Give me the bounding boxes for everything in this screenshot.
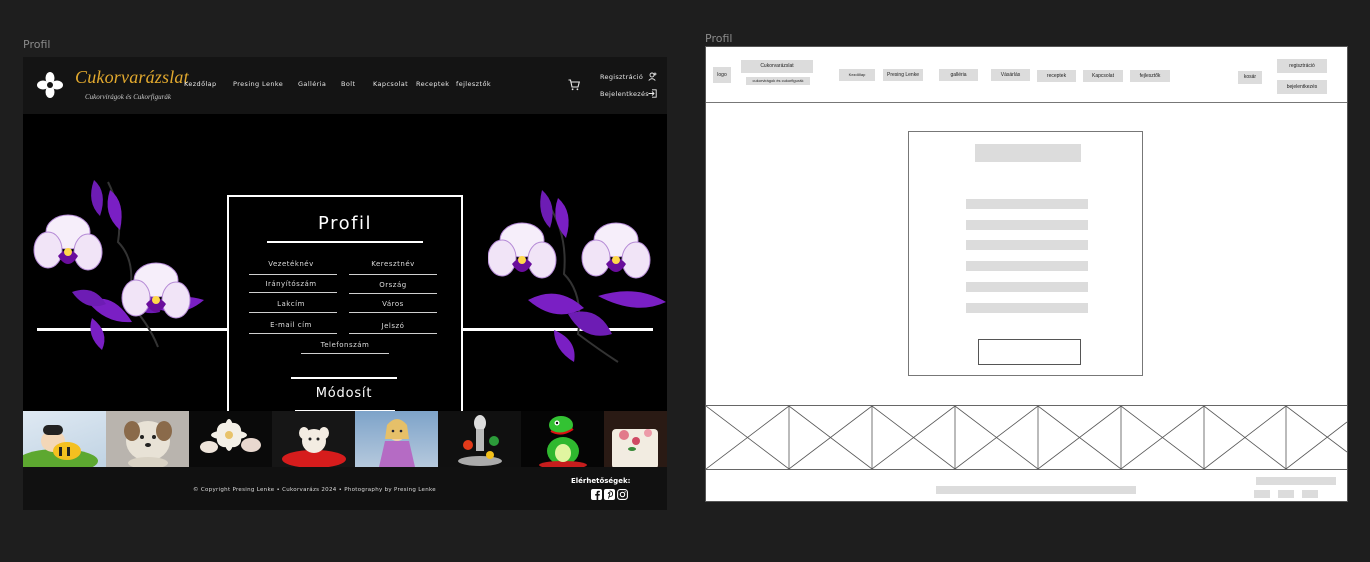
wire-logo: logo	[713, 67, 731, 83]
iranyitoszam-field[interactable]: Irányítószám	[247, 280, 335, 288]
wire-cart[interactable]: kosár	[1238, 71, 1262, 84]
wire-nav-divider	[706, 102, 1347, 103]
wire-footer-contacts-placeholder	[1256, 477, 1336, 485]
register-link[interactable]: Regisztráció	[600, 73, 643, 81]
wire-field-placeholder	[966, 303, 1088, 313]
gallery-photo[interactable]	[23, 411, 106, 467]
wire-field-placeholder	[966, 261, 1088, 271]
keresztnev-field[interactable]: Keresztnév	[349, 260, 437, 268]
wire-footer-social-placeholder	[1278, 490, 1294, 498]
wire-field-placeholder	[966, 240, 1088, 250]
nav-link-receptek[interactable]: Receptek	[416, 80, 449, 88]
wire-nav-fejlesztok[interactable]: fejlesztők	[1130, 70, 1170, 82]
iranyitoszam-underline	[249, 292, 337, 293]
wire-submit-button[interactable]	[978, 339, 1081, 365]
flower-logo-icon	[37, 72, 63, 98]
title-underline	[267, 241, 423, 243]
photo-gallery	[23, 411, 667, 467]
gallery-photo[interactable]	[106, 411, 189, 467]
wire-brand-sub: cukorvirágok és cukorfigurák	[746, 77, 810, 85]
telefonszam-field[interactable]: Telefonszám	[301, 341, 389, 349]
orchid-right-image	[488, 190, 666, 363]
gallery-photo[interactable]	[272, 411, 355, 467]
gallery-photo[interactable]	[438, 411, 521, 467]
wire-nav-receptek[interactable]: receptek	[1037, 70, 1076, 82]
wire-nav-vasarlas[interactable]: Vásárlás	[991, 69, 1030, 81]
pinterest-icon[interactable]	[604, 489, 615, 500]
orszag-field[interactable]: Ország	[349, 281, 437, 289]
nav-link-fejlesztok[interactable]: fejlesztők	[456, 80, 491, 88]
gallery-photo[interactable]	[521, 411, 604, 467]
nav-link-bolt[interactable]: Bolt	[341, 80, 355, 88]
telefonszam-underline	[301, 353, 389, 354]
add-user-icon[interactable]	[648, 72, 657, 81]
wire-gallery-placeholders	[705, 405, 1348, 470]
wire-login[interactable]: bejelentkezés	[1277, 80, 1327, 94]
login-link[interactable]: Bejelentkezés	[600, 90, 649, 98]
wire-field-placeholder	[966, 282, 1088, 292]
contacts-label: Elérhetőségek:	[571, 477, 631, 485]
profile-form-panel: Profil Vezetéknév Keresztnév Irányítószá…	[227, 195, 463, 441]
login-icon[interactable]	[648, 89, 657, 98]
varos-underline	[349, 312, 437, 313]
wire-footer-copyright-placeholder	[936, 486, 1136, 494]
wire-field-placeholder	[966, 220, 1088, 230]
footer: © Copyright Presing Lenke • Cukorvarázs …	[23, 467, 667, 510]
cart-icon[interactable]	[568, 79, 580, 91]
nav-link-galleria[interactable]: Galléria	[298, 80, 326, 88]
jelszo-underline	[349, 333, 437, 334]
email-field[interactable]: E-mail cím	[247, 321, 335, 329]
nav-link-presing-lenke[interactable]: Presing Lenke	[233, 80, 283, 88]
hero-section: Profil Vezetéknév Keresztnév Irányítószá…	[23, 114, 667, 441]
nav-link-kezdolap[interactable]: Kezdőlap	[184, 80, 217, 88]
gallery-photo[interactable]	[189, 411, 272, 467]
brand-title[interactable]: Cukorvarázslat	[75, 67, 189, 88]
vezeteknev-underline	[249, 274, 337, 275]
wire-nav-presing-lenke[interactable]: Presing Lenke	[883, 69, 923, 81]
copyright-text: © Copyright Presing Lenke • Cukorvarázs …	[193, 487, 436, 493]
design-frame: Cukorvarázslat Cukorvirágok és Cukorfigu…	[23, 57, 667, 510]
profile-form-title: Profil	[318, 213, 372, 234]
nav-link-kapcsolat[interactable]: Kapcsolat	[373, 80, 408, 88]
top-navigation: Cukorvarázslat Cukorvirágok és Cukorfigu…	[23, 57, 667, 114]
brand-subtitle: Cukorvirágok és Cukorfigurák	[85, 93, 171, 101]
instagram-icon[interactable]	[617, 489, 628, 500]
wire-brand: Cukorvarázslat	[741, 60, 813, 73]
submit-top-line	[291, 377, 397, 379]
gallery-photo[interactable]	[355, 411, 438, 467]
vezeteknev-field[interactable]: Vezetéknév	[247, 260, 335, 268]
wire-nav-galleria[interactable]: galléria	[939, 69, 978, 81]
gallery-photo[interactable]	[604, 411, 667, 467]
wire-footer-social-placeholder	[1302, 490, 1318, 498]
lakcim-field[interactable]: Lakcím	[247, 300, 335, 308]
orszag-underline	[349, 293, 437, 294]
wire-field-placeholder	[966, 199, 1088, 209]
email-underline	[249, 333, 337, 334]
modosit-button[interactable]: Módosít	[287, 386, 401, 401]
keresztnev-underline	[349, 274, 437, 275]
wire-nav-kapcsolat[interactable]: Kapcsolat	[1083, 70, 1123, 82]
wire-title-placeholder	[975, 144, 1081, 162]
wire-register[interactable]: regisztráció	[1277, 59, 1327, 73]
wire-nav-kezdolap[interactable]: Kezdőlap	[839, 69, 875, 81]
wire-footer-social-placeholder	[1254, 490, 1270, 498]
varos-field[interactable]: Város	[349, 300, 437, 308]
frame-label-design: Profil	[23, 38, 51, 51]
jelszo-field[interactable]: Jelszó	[349, 322, 437, 330]
frame-label-wireframe: Profil	[705, 32, 733, 45]
lakcim-underline	[249, 312, 337, 313]
wireframe-frame: logo Cukorvarázslat cukorvirágok és cuko…	[705, 46, 1348, 502]
orchid-left-image	[33, 180, 204, 350]
wire-gallery	[705, 405, 1348, 470]
facebook-icon[interactable]	[591, 489, 602, 500]
